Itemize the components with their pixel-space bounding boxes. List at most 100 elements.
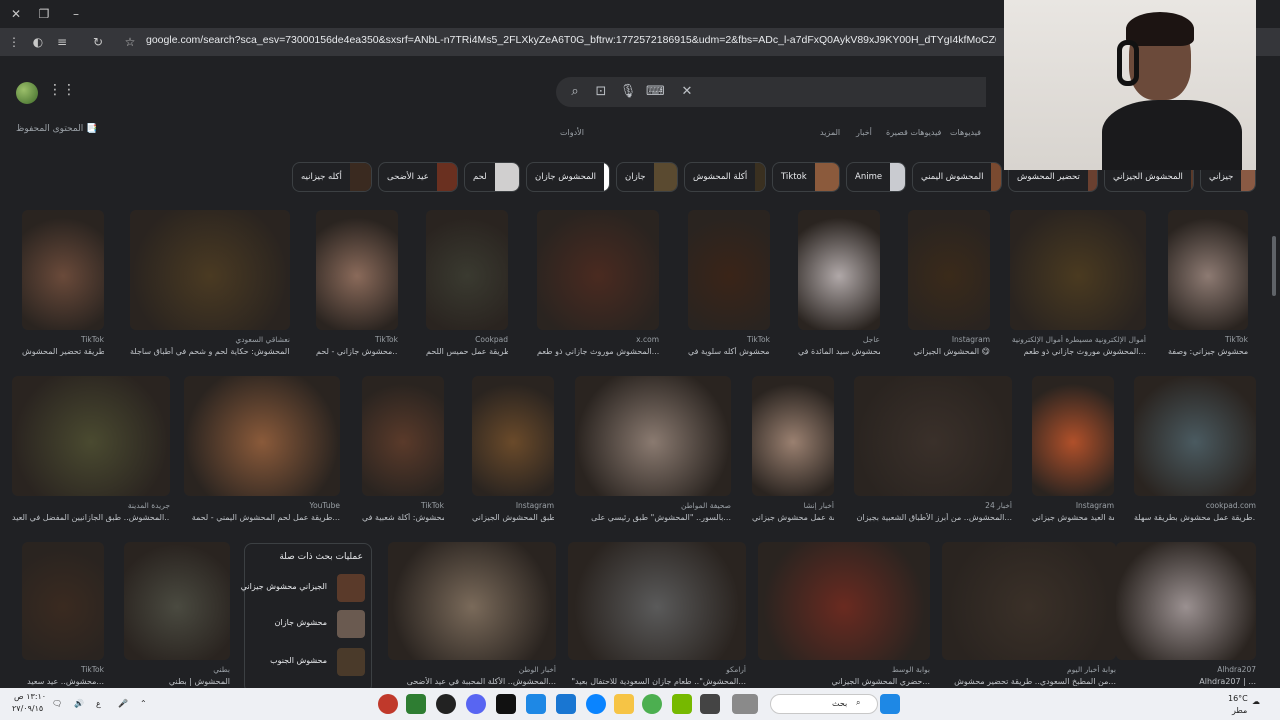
image-result[interactable] [1134, 376, 1256, 496]
image-result[interactable] [568, 542, 746, 660]
microphone-icon[interactable]: 🎙 [619, 83, 637, 101]
taskbar-date[interactable]: ٢٧/٠٩/١٥ [12, 704, 43, 713]
image-result[interactable] [1168, 210, 1248, 330]
image-source[interactable]: Instagram [1032, 501, 1114, 510]
image-title[interactable]: المحشوش سيد المائدة في... [798, 347, 880, 356]
image-source[interactable]: بطني [124, 665, 230, 674]
image-title[interactable]: طبق المحشوش الجيزاني... [472, 513, 554, 522]
google-logo[interactable] [16, 82, 38, 104]
image-result[interactable] [752, 376, 834, 496]
image-result[interactable] [12, 376, 170, 496]
image-title[interactable]: محشوش أكله سلوية في... [688, 347, 770, 356]
obs-icon[interactable] [436, 694, 456, 714]
tools-link[interactable]: الأدوات [560, 128, 584, 137]
image-title[interactable]: طريقة تحضير المحشوش... [22, 347, 104, 356]
chrome-icon[interactable] [642, 694, 662, 714]
app-icon-2[interactable] [526, 694, 546, 714]
saved-content-link[interactable]: المحتوى المحفوظ 📑 [16, 124, 97, 134]
keyboard-icon[interactable]: ⌨ [646, 83, 665, 101]
filter-chip[interactable]: المحشوش جازان [526, 162, 610, 192]
image-source[interactable]: 24 أخبار [854, 501, 1012, 510]
close-icon[interactable]: ✕ [6, 4, 26, 24]
image-result[interactable] [426, 210, 508, 330]
news-tab[interactable]: أخبار [856, 128, 872, 137]
image-result[interactable] [758, 542, 930, 660]
image-source[interactable]: TikTok [22, 335, 104, 344]
image-title[interactable]: محشوش جيزاني: وصفة... [1168, 347, 1248, 356]
image-title[interactable]: طريقة عمل محشوش بطريقة سهلة... [1134, 513, 1256, 522]
windows-start-icon[interactable] [880, 694, 900, 714]
image-title[interactable]: طريقة عمل لحم المحشوش اليمني - لحمة... [184, 513, 340, 522]
notification-icon[interactable]: 🗨 [52, 699, 62, 708]
keyboard-lang[interactable]: ع [96, 699, 101, 708]
image-source[interactable]: cookpad.com [1134, 501, 1256, 510]
image-title[interactable]: المحشوش.. من أبرز الأطباق الشعبية بجيزان… [854, 513, 1012, 522]
volume-icon[interactable]: 🔊 [74, 699, 84, 708]
image-result[interactable] [22, 542, 104, 660]
image-source[interactable]: أخبار إنشا [752, 501, 834, 510]
image-title[interactable]: المحشوش موروث جازاني ذو طعم... [1010, 347, 1146, 356]
image-source[interactable]: Instagram [908, 335, 990, 344]
image-result[interactable] [388, 542, 556, 660]
lens-icon[interactable]: ⊡ [592, 83, 610, 101]
clear-icon[interactable]: ✕ [678, 83, 696, 101]
image-result[interactable] [798, 210, 880, 330]
app-icon-1[interactable] [378, 694, 398, 714]
minimize-icon[interactable]: – [66, 4, 86, 24]
image-title[interactable]: وصفة العيد محشوش جيزاني... [1032, 513, 1114, 522]
image-title[interactable]: حضري المحشوش الجيزاني... [758, 677, 930, 686]
image-source[interactable]: بوابة الوسط [758, 665, 930, 674]
address-bar[interactable]: google.com/search?sca_esv=73000156de4ea3… [146, 34, 996, 46]
page-scrollbar[interactable] [1272, 236, 1276, 296]
image-result[interactable] [688, 210, 770, 330]
image-source[interactable]: أخبار الوطن [388, 665, 556, 674]
image-title[interactable]: محشوش.. عيد سعيد... [22, 677, 104, 686]
image-result[interactable] [942, 542, 1116, 660]
taskbar-time[interactable]: ١٣:١٠ ص [14, 692, 46, 701]
filter-chip[interactable]: لحم [464, 162, 520, 192]
image-result[interactable] [1032, 376, 1114, 496]
image-source[interactable]: Cookpad [426, 335, 508, 344]
image-result[interactable] [537, 210, 659, 330]
image-title[interactable]: المحشوش الجيزاني 😋 [908, 347, 990, 356]
tray-expand-icon[interactable]: ⌃ [140, 699, 147, 708]
tiktok-icon[interactable] [496, 694, 516, 714]
related-item[interactable]: محشوش جازان [251, 610, 367, 640]
image-result[interactable] [908, 210, 990, 330]
image-title[interactable]: المحشوش موروث جازاني ذو طعم... [537, 347, 659, 356]
image-title[interactable]: "المحشوش".. طعام جازان السعودية للاحتفال… [568, 677, 746, 686]
image-title[interactable]: المحشوش.. طبق الجازانيين المفضل في العيد… [12, 513, 170, 522]
image-title[interactable]: المحشوش: أكلة شعبية في... [362, 513, 444, 522]
filter-chip[interactable]: جازان [616, 162, 678, 192]
image-source[interactable]: أموال الإلكترونية مسيطرة أموال الإلكترون… [1010, 335, 1146, 344]
chrome-active-icon[interactable] [406, 694, 426, 714]
short-videos-tab[interactable]: فيديوهات قصيرة [886, 128, 941, 137]
reload-icon[interactable]: ↻ [88, 32, 108, 52]
image-source[interactable]: TikTok [688, 335, 770, 344]
image-result[interactable] [362, 376, 444, 496]
image-title[interactable]: طريقة عمل حميس اللحم... [426, 347, 508, 356]
image-result[interactable] [22, 210, 104, 330]
image-result[interactable] [854, 376, 1012, 496]
image-source[interactable]: x.com [537, 335, 659, 344]
related-item[interactable]: محشوش الجنوب [251, 648, 367, 678]
image-source[interactable]: TikTok [316, 335, 398, 344]
weather-temp[interactable]: 16°C [1228, 694, 1248, 703]
image-title[interactable]: طريقة عمل محشوش جيزاني... [752, 513, 834, 522]
filter-chip[interactable]: عيد الأضحى [378, 162, 458, 192]
image-title[interactable]: المحشوش.. الأكلة المحببة في عيد الأضحى..… [388, 677, 556, 686]
search-icon[interactable]: ⌕ [566, 83, 584, 101]
image-source[interactable]: Instagram [472, 501, 554, 510]
terminal-icon[interactable] [700, 694, 720, 714]
image-result[interactable] [124, 542, 230, 660]
file-explorer-icon[interactable] [614, 694, 634, 714]
image-source[interactable]: TikTok [1168, 335, 1248, 344]
image-result[interactable] [130, 210, 290, 330]
videos-tab[interactable]: فيديوهات [950, 128, 981, 137]
image-result[interactable] [316, 210, 398, 330]
more-link[interactable]: المزيد [820, 128, 840, 137]
filter-chip[interactable]: Anime [846, 162, 906, 192]
mic-tray-icon[interactable]: 🎤 [118, 699, 128, 708]
bookmark-star-icon[interactable]: ☆ [120, 32, 140, 52]
image-title[interactable]: Alhdra207 | ... [1116, 677, 1256, 686]
